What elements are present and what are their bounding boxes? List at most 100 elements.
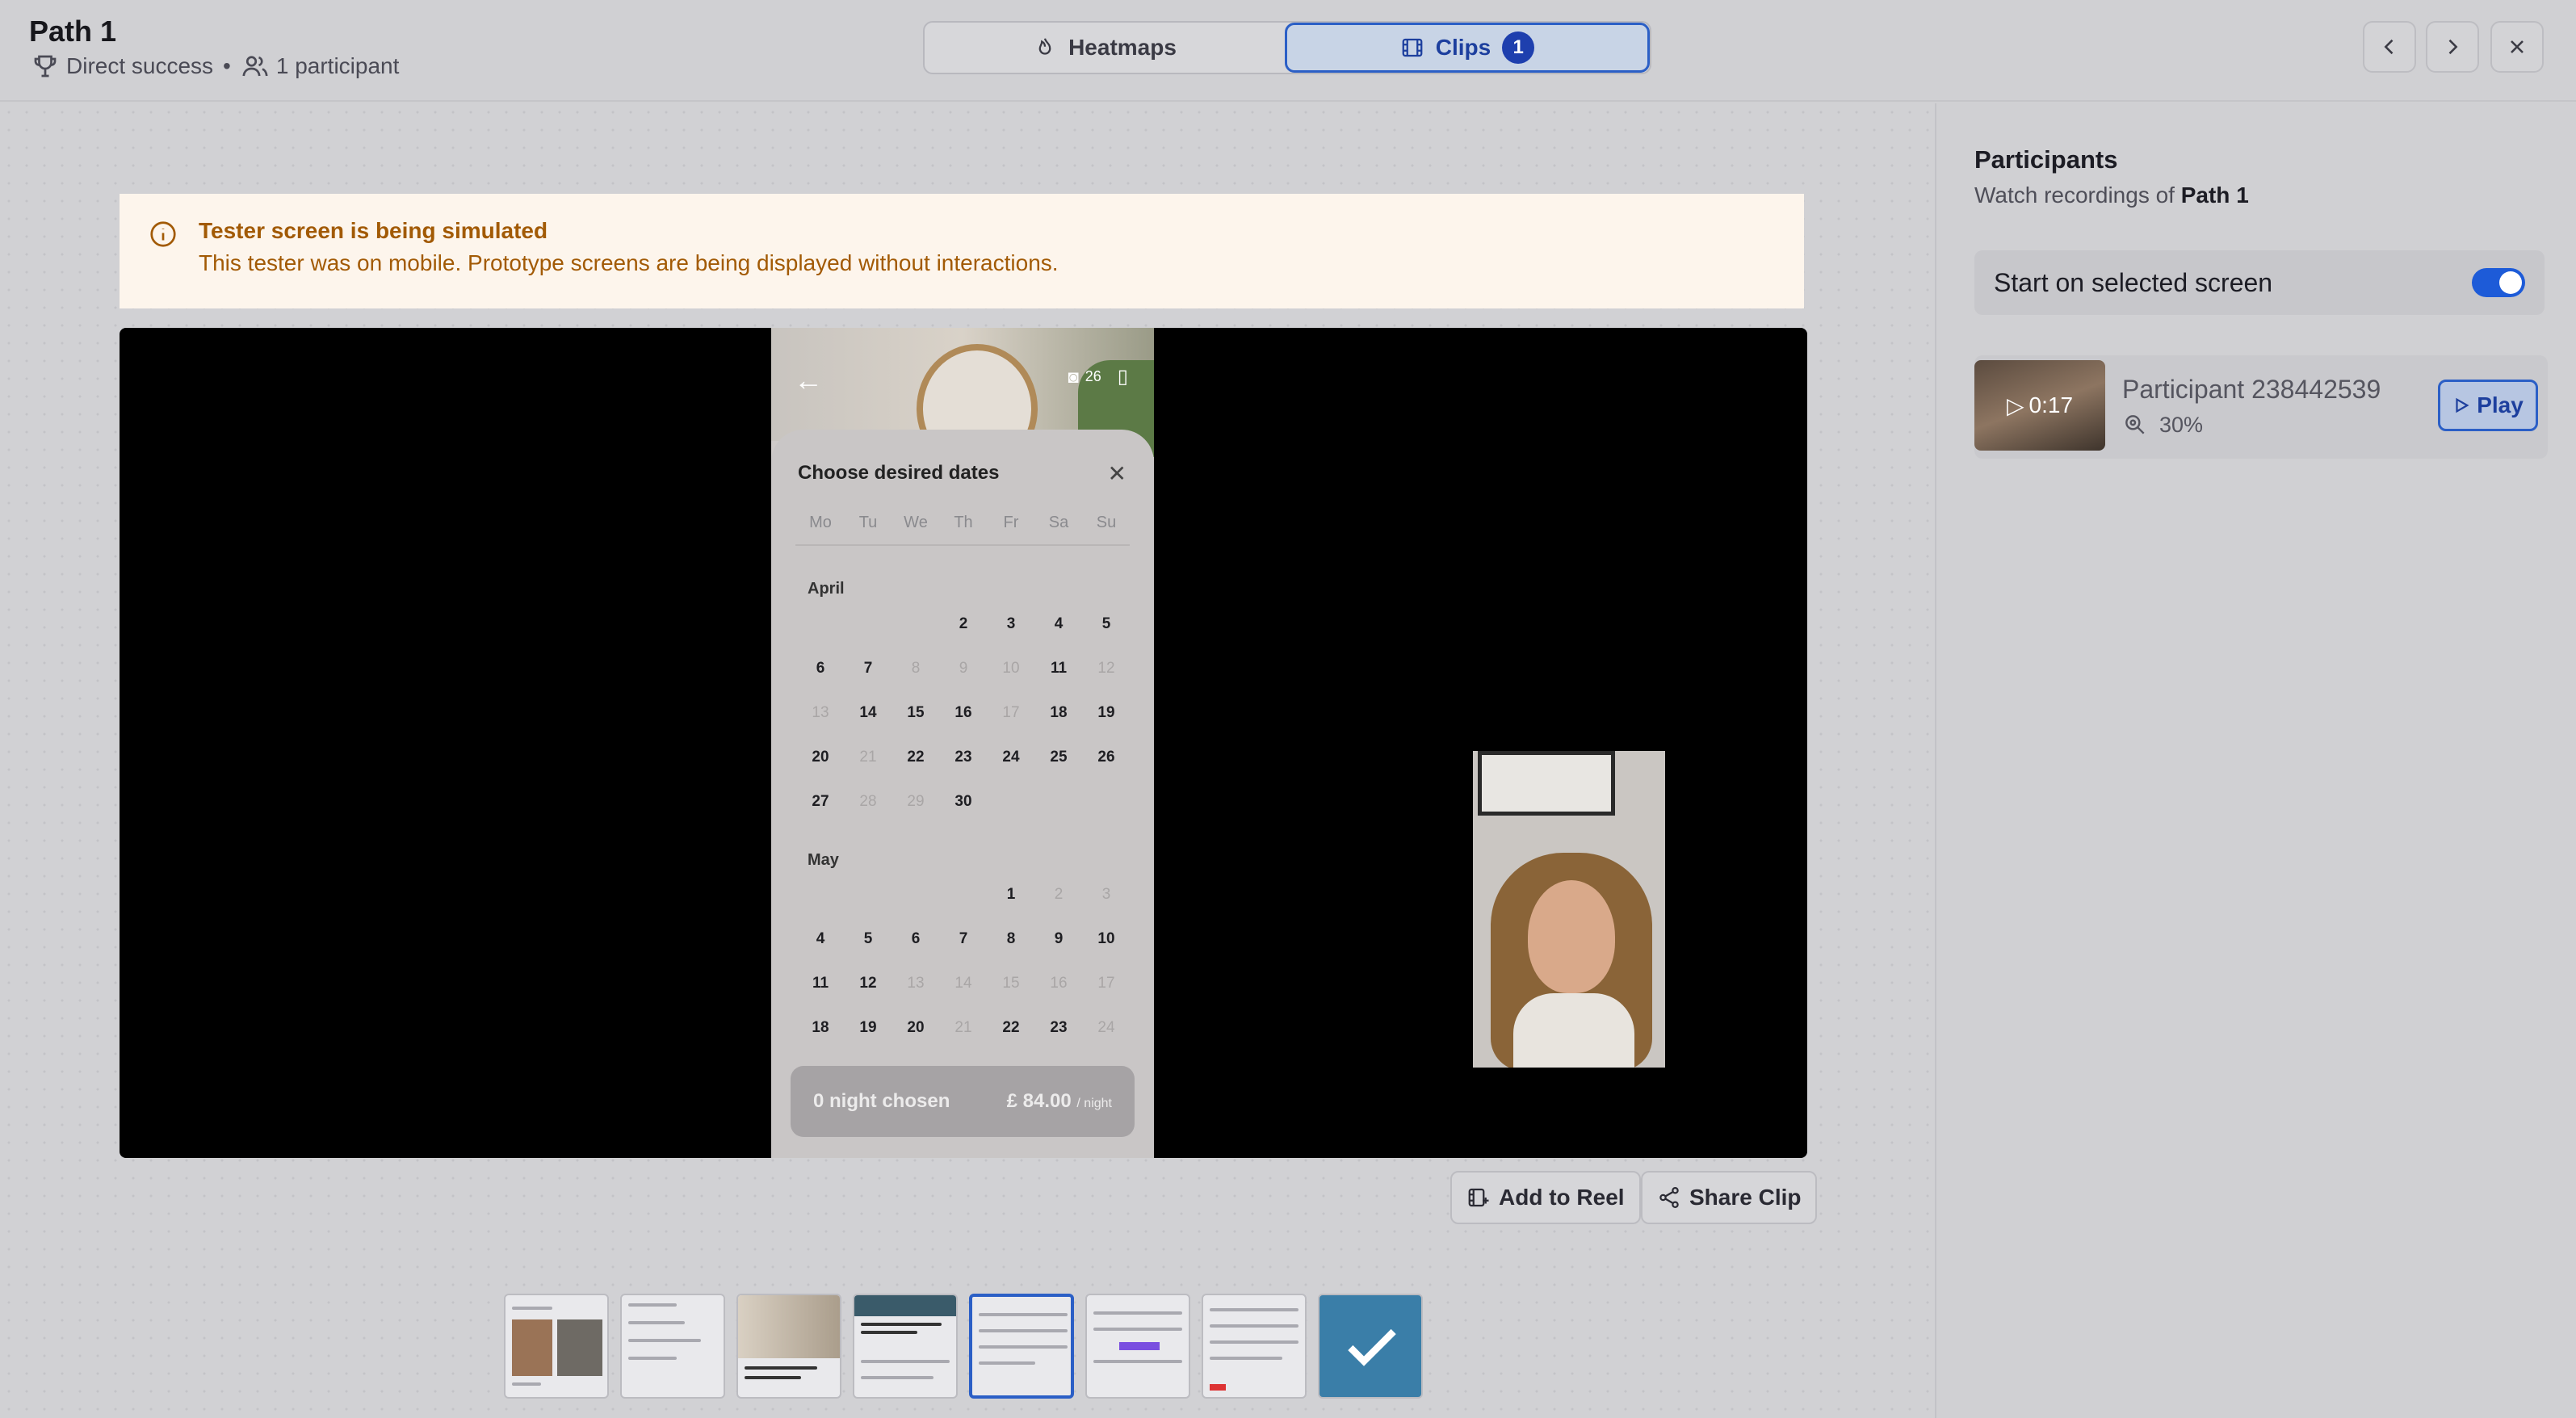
thumbnail-line: [628, 1339, 701, 1342]
calendar-day: 11: [812, 975, 829, 992]
checkmark-icon: [1348, 1328, 1396, 1366]
calendar-day: 26: [1097, 749, 1115, 766]
start-on-selected-screen-row: Start on selected screen: [1974, 250, 2545, 315]
thumbnail-line: [979, 1313, 1068, 1316]
screen-thumbnail[interactable]: [1202, 1294, 1307, 1399]
calendar-day: 12: [859, 975, 877, 992]
video-player[interactable]: ← ◙ 26 ▯ Choose desired dates ✕ Mo Tu We Th…: [120, 328, 1807, 1158]
weekday-label: We: [904, 514, 928, 531]
screen-thumbnail-selected[interactable]: [969, 1294, 1074, 1399]
thumbnail-line: [628, 1321, 685, 1324]
thumbnail-line: [1210, 1308, 1298, 1311]
calendar-day: 24: [1097, 1019, 1115, 1036]
date-picker-sheet: Choose desired dates ✕ Mo Tu We Th Fr Sa Su Ap…: [771, 430, 1154, 1158]
participant-thumbnail[interactable]: ▷ 0:17: [1974, 360, 2105, 451]
calendar-day: 8: [911, 660, 921, 677]
calendar-day: 22: [907, 749, 925, 766]
clip-duration: 0:17: [2028, 392, 2074, 417]
date-picker-title: Choose desired dates: [798, 462, 1000, 484]
calendar-day: 8: [1006, 930, 1016, 947]
calendar-day: 13: [907, 975, 925, 992]
participant-body: [1513, 993, 1634, 1068]
thumbnail-highlight: [1210, 1384, 1226, 1391]
play-label: Play: [2477, 392, 2524, 417]
screen-thumbnail[interactable]: [620, 1294, 725, 1399]
thumbnail-highlight: [1119, 1342, 1160, 1350]
participant-card[interactable]: ▷ 0:17 Participant 238442539 30% Play: [1974, 355, 2548, 459]
add-to-reel-button[interactable]: Add to Reel: [1450, 1171, 1641, 1224]
price-unit: / night: [1076, 1097, 1112, 1110]
apartment-photo: ← ◙ 26 ▯: [771, 328, 1154, 473]
calendar-day: 10: [1002, 660, 1020, 677]
tab-heatmaps-label: Heatmaps: [1068, 35, 1177, 60]
thumbnail-line: [1210, 1324, 1298, 1328]
calendar-day: 16: [954, 704, 972, 721]
calendar-day: 27: [812, 793, 829, 810]
tab-clips[interactable]: Clips 1: [1285, 23, 1650, 73]
calendar-day: 13: [812, 704, 829, 721]
thumbnail-line: [861, 1376, 933, 1379]
screen-thumbnail[interactable]: [504, 1294, 609, 1399]
film-icon: [1402, 38, 1423, 57]
calendar-day: 28: [859, 793, 877, 810]
calendar-day: 29: [907, 793, 925, 810]
play-icon: ▷: [2006, 392, 2024, 418]
calendar-day: 19: [859, 1019, 877, 1036]
calendar-day: 2: [1054, 886, 1064, 903]
play-button[interactable]: Play: [2438, 380, 2538, 431]
close-button[interactable]: [2490, 21, 2544, 73]
previous-button[interactable]: [2363, 21, 2416, 73]
calendar-day: 25: [1050, 749, 1068, 766]
trophy-icon: [34, 55, 57, 78]
meta-separator: •: [223, 53, 231, 78]
calendar-day: 23: [954, 749, 972, 766]
weekday-label: Th: [954, 514, 973, 531]
banner-title: Tester screen is being simulated: [199, 218, 548, 243]
calendar-day: 16: [1050, 975, 1068, 992]
calendar-day: 14: [954, 975, 972, 992]
close-icon: ✕: [1107, 461, 1126, 486]
flame-icon: [1038, 38, 1051, 55]
calendar-day: 30: [954, 793, 972, 810]
next-button[interactable]: [2426, 21, 2479, 73]
bookmark-icon: ▯: [1117, 366, 1128, 388]
calendar-day: 17: [1002, 704, 1020, 721]
result-label: Direct success: [66, 53, 214, 78]
screen-thumbnail[interactable]: [1085, 1294, 1190, 1399]
participant-stat: 30%: [2122, 412, 2203, 438]
weekday-label: Tu: [858, 514, 878, 531]
info-icon: [150, 221, 176, 247]
calendar-day: 11: [1050, 660, 1068, 677]
screen-thumbnail[interactable]: [736, 1294, 841, 1399]
divider: [795, 544, 1130, 546]
calendar-day: 19: [1097, 704, 1115, 721]
screen-thumbnail[interactable]: [853, 1294, 958, 1399]
tab-clips-label: Clips: [1435, 35, 1491, 60]
add-to-reel-label: Add to Reel: [1499, 1185, 1625, 1210]
calendar-day: 5: [863, 930, 873, 947]
prototype-screen: ← ◙ 26 ▯ Choose desired dates ✕ Mo Tu We Th…: [771, 328, 1154, 1158]
calendar-day: 22: [1002, 1019, 1020, 1036]
calendar-day: 14: [859, 704, 877, 721]
share-clip-button[interactable]: Share Clip: [1641, 1171, 1818, 1224]
calendar-day: 7: [863, 660, 873, 677]
screen-thumbnail-success[interactable]: [1318, 1294, 1423, 1399]
calendar-day: 17: [1097, 975, 1115, 992]
thumbnail-line: [1210, 1357, 1282, 1360]
calendar-day: 21: [859, 749, 877, 766]
wall-frame: [1478, 751, 1615, 816]
thumbnail-line: [861, 1331, 917, 1334]
month-label-may: May: [808, 851, 839, 869]
camera-icon: ◙: [1068, 366, 1079, 387]
tab-heatmaps[interactable]: Heatmaps: [925, 23, 1285, 73]
start-on-selected-screen-toggle[interactable]: [2472, 268, 2525, 297]
thumbnail-line: [861, 1360, 950, 1363]
panel-subtitle-path: Path 1: [2180, 182, 2249, 208]
calendar-day: 10: [1097, 930, 1115, 947]
thumbnail-line: [979, 1361, 1035, 1365]
calendar-day: 7: [959, 930, 968, 947]
thumbnail-line: [745, 1376, 801, 1379]
share-clip-label: Share Clip: [1689, 1185, 1802, 1210]
calendar-day: 20: [907, 1019, 925, 1036]
page-title: Path 1: [29, 15, 117, 48]
